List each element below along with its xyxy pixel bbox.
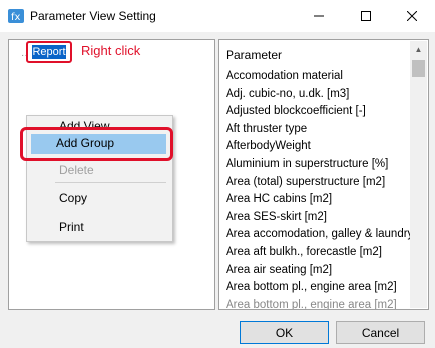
window-title: Parameter View Setting bbox=[30, 9, 156, 23]
minimize-button[interactable] bbox=[296, 0, 342, 32]
scroll-up-icon[interactable]: ▲ bbox=[410, 41, 427, 58]
minimize-icon bbox=[314, 15, 324, 17]
close-icon bbox=[407, 11, 417, 21]
app-icon: fx bbox=[8, 9, 24, 23]
ok-button[interactable]: OK bbox=[240, 321, 329, 344]
menu-item-copy[interactable]: Copy bbox=[59, 191, 87, 205]
list-item[interactable]: Area (total) superstructure [m2] bbox=[226, 174, 411, 192]
list-item[interactable]: Area bottom pl., engine area [m2] bbox=[226, 297, 411, 309]
parameter-list-header: Parameter bbox=[226, 48, 283, 62]
list-item[interactable]: Area accomodation, galley & laundry [ bbox=[226, 226, 411, 244]
list-item[interactable]: Area air seating [m2] bbox=[226, 262, 411, 280]
tree-node-report-highlight[interactable]: Report bbox=[26, 41, 72, 63]
menu-item-print[interactable]: Print bbox=[59, 220, 84, 234]
maximize-button[interactable] bbox=[343, 0, 389, 32]
menu-item-add-group-highlight[interactable]: Add Group bbox=[20, 127, 173, 161]
svg-text:fx: fx bbox=[11, 12, 21, 23]
menu-item-delete: Delete bbox=[59, 163, 94, 177]
scroll-thumb[interactable] bbox=[412, 60, 425, 77]
list-item[interactable]: AfterbodyWeight bbox=[226, 138, 411, 156]
menu-separator bbox=[55, 182, 166, 183]
list-item[interactable]: Adj. cubic-no, u.dk. [m3] bbox=[226, 86, 411, 104]
list-item[interactable]: Accomodation material bbox=[226, 68, 411, 86]
tree-node-report[interactable]: Report bbox=[32, 45, 66, 59]
annotation-right-click: Right click bbox=[81, 43, 141, 58]
vertical-scrollbar[interactable]: ▲ bbox=[410, 41, 427, 308]
list-item[interactable]: Adjusted blockcoefficient [-] bbox=[226, 103, 411, 121]
parameter-list-pane[interactable]: Parameter Accomodation material Adj. cub… bbox=[218, 39, 429, 310]
cancel-button[interactable]: Cancel bbox=[336, 321, 425, 344]
list-item[interactable]: Area aft bulkh., forecastle [m2] bbox=[226, 244, 411, 262]
list-item[interactable]: Aft thruster type bbox=[226, 121, 411, 139]
list-item[interactable]: Area SES-skirt [m2] bbox=[226, 209, 411, 227]
maximize-icon bbox=[361, 11, 371, 21]
menu-item-add-group[interactable]: Add Group bbox=[56, 136, 114, 150]
list-item[interactable]: Area bottom pl., engine area [m2] bbox=[226, 279, 411, 297]
title-bar: fx Parameter View Setting bbox=[0, 0, 435, 32]
close-button[interactable] bbox=[389, 0, 435, 32]
parameter-list[interactable]: Accomodation material Adj. cubic-no, u.d… bbox=[226, 68, 411, 309]
list-item[interactable]: Area HC cabins [m2] bbox=[226, 191, 411, 209]
list-item[interactable]: Aluminium in superstructure [%] bbox=[226, 156, 411, 174]
